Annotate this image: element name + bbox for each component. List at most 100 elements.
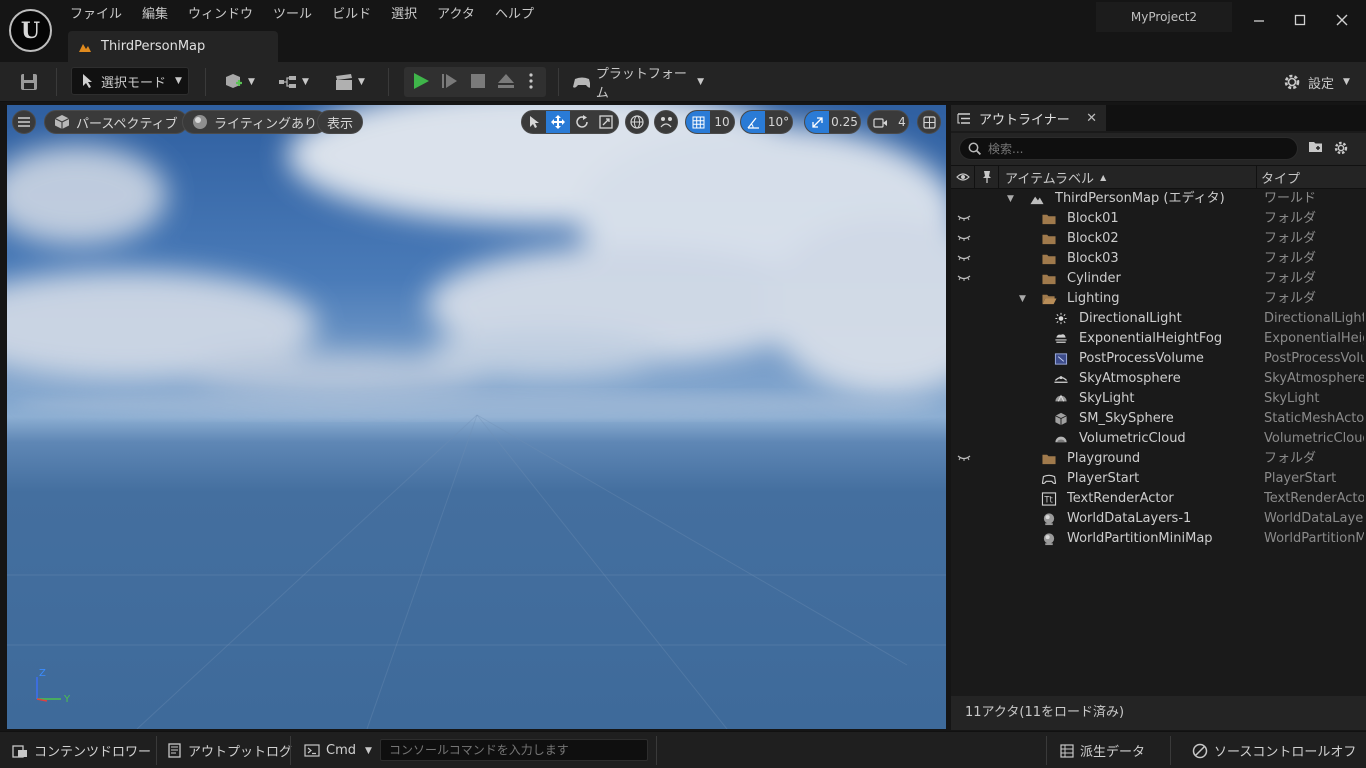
player-start-icon [1041, 474, 1057, 484]
camera-speed-group: 4 [867, 110, 909, 134]
visibility-column[interactable] [951, 166, 975, 188]
status-separator [156, 736, 157, 765]
select-tool-button[interactable] [522, 111, 546, 133]
blueprint-icon [279, 76, 297, 88]
scale-snap-value[interactable]: 0.25 [829, 111, 860, 133]
outliner-row[interactable]: SkyLight SkyLight [951, 389, 1366, 409]
cmd-dropdown[interactable]: Cmd ▼ [304, 732, 372, 768]
maximize-button[interactable] [1286, 6, 1314, 34]
save-icon [21, 74, 37, 90]
scale-tool-button[interactable] [594, 111, 618, 133]
source-control-button[interactable]: ソースコントロールオフ [1192, 732, 1356, 768]
translate-tool-button[interactable] [546, 111, 570, 133]
platforms-button[interactable]: プラットフォーム ▼ [572, 67, 704, 101]
camera-speed-button[interactable] [868, 111, 892, 133]
content-drawer-button[interactable]: コンテンツドロワー [12, 732, 151, 768]
close-tab-icon[interactable]: ✕ [1086, 111, 1097, 126]
minimize-button[interactable] [1245, 6, 1273, 34]
cinematics-button[interactable]: ▼ [328, 70, 370, 94]
world-local-toggle[interactable] [625, 110, 649, 134]
axis-y-label: Y [63, 694, 71, 705]
closed-eye-icon[interactable] [957, 213, 971, 223]
expand-arrow-icon[interactable]: ▼ [1019, 294, 1026, 304]
blueprint-button[interactable]: ▼ [272, 70, 314, 94]
level-viewport[interactable]: パースペクティブ ライティングあり 表示 10 10° 0.25 4 Z Y [7, 105, 946, 729]
outliner-row[interactable]: VolumetricCloud VolumetricCloud [951, 429, 1366, 449]
closed-eye-icon[interactable] [957, 453, 971, 463]
menu-build[interactable]: ビルド [322, 4, 381, 26]
add-actor-button[interactable]: ▼ [218, 70, 260, 94]
outliner-tab[interactable]: アウトライナー ✕ [951, 105, 1106, 131]
close-window-button[interactable] [1328, 6, 1356, 34]
menu-window[interactable]: ウィンドウ [178, 4, 263, 26]
lighting-mode-button[interactable]: ライティングあり [182, 110, 327, 134]
closed-eye-icon[interactable] [957, 253, 971, 263]
folder-icon [1042, 234, 1056, 245]
step-button[interactable] [441, 72, 459, 93]
derived-data-button[interactable]: 派生データ [1060, 732, 1145, 768]
grid-snap-toggle[interactable] [686, 111, 710, 133]
rotation-snap-value[interactable]: 10° [765, 111, 792, 133]
outliner-settings-button[interactable] [1333, 140, 1349, 159]
expand-arrow-icon[interactable]: ▼ [1007, 194, 1014, 204]
rotate-tool-button[interactable] [570, 111, 594, 133]
grid-snap-value[interactable]: 10 [710, 111, 734, 133]
outliner-row[interactable]: ▼ ThirdPersonMap (エディタ) ワールド [951, 189, 1366, 209]
play-options-button[interactable] [528, 72, 534, 93]
console-command-input[interactable] [380, 739, 648, 761]
content-drawer-icon [12, 744, 27, 758]
outliner-row[interactable]: Block01 フォルダ [951, 209, 1366, 229]
outliner-row[interactable]: Tt TextRenderActor TextRenderActor [951, 489, 1366, 509]
settings-button[interactable]: 設定 ▼ [1276, 70, 1356, 94]
outliner-row[interactable]: PlayerStart PlayerStart [951, 469, 1366, 489]
outliner-row[interactable]: Block02 フォルダ [951, 229, 1366, 249]
rotation-snap-toggle[interactable] [741, 111, 765, 133]
show-flags-button[interactable]: 表示 [317, 110, 364, 134]
search-input[interactable] [988, 141, 1288, 156]
outliner-row[interactable]: Playground フォルダ [951, 449, 1366, 469]
outliner-row[interactable]: SkyAtmosphere SkyAtmosphere [951, 369, 1366, 389]
outliner-row[interactable]: WorldPartitionMiniMap WorldPartitionMiniM… [951, 529, 1366, 549]
viewport-options-button[interactable] [12, 110, 36, 134]
pin-column[interactable] [975, 166, 999, 188]
surface-snapping-toggle[interactable] [654, 110, 678, 134]
play-button[interactable] [412, 72, 430, 93]
status-separator [1170, 736, 1171, 765]
perspective-button[interactable]: パースペクティブ [44, 110, 188, 134]
mode-select-dropdown[interactable]: 選択モード ▼ [71, 67, 189, 95]
output-log-button[interactable]: アウトプットログ [168, 732, 292, 768]
stop-button[interactable] [469, 72, 487, 93]
scale-snap-toggle[interactable] [805, 111, 829, 133]
outliner-row[interactable]: Cylinder フォルダ [951, 269, 1366, 289]
outliner-row[interactable]: SM_SkySphere StaticMeshActor [951, 409, 1366, 429]
row-label: Block03 [1067, 251, 1119, 266]
save-button[interactable] [16, 70, 42, 94]
type-column[interactable]: タイプ [1257, 166, 1366, 188]
closed-eye-icon[interactable] [957, 273, 971, 283]
closed-eye-icon[interactable] [957, 233, 971, 243]
add-folder-button[interactable] [1308, 140, 1324, 157]
menu-file[interactable]: ファイル [60, 4, 132, 26]
viewport-layout-button[interactable] [917, 110, 941, 134]
item-label-column[interactable]: アイテムラベル ▲ [999, 166, 1257, 188]
document-tab-thirdpersonmap[interactable]: ThirdPersonMap [68, 31, 278, 62]
select-mode-icon [83, 74, 92, 88]
perspective-label: パースペクティブ [76, 116, 178, 132]
eject-button[interactable] [497, 72, 515, 93]
outliner-row[interactable]: PostProcessVolume PostProcessVolume [951, 349, 1366, 369]
menu-actor[interactable]: アクタ [427, 4, 485, 26]
chevron-down-icon: ▼ [365, 745, 372, 756]
outliner-row[interactable]: DirectionalLight DirectionalLight [951, 309, 1366, 329]
sphere-icon [1043, 533, 1055, 546]
outliner-row[interactable]: Block03 フォルダ [951, 249, 1366, 269]
menu-help[interactable]: ヘルプ [485, 4, 544, 26]
row-label: ThirdPersonMap (エディタ) [1055, 191, 1225, 206]
menu-edit[interactable]: 編集 [132, 4, 178, 26]
title-bar: U ファイル 編集 ウィンドウ ツール ビルド 選択 アクタ ヘルプ Third… [0, 0, 1366, 62]
menu-tools[interactable]: ツール [263, 4, 322, 26]
menu-select[interactable]: 選択 [381, 4, 427, 26]
outliner-row[interactable]: ▼ Lighting フォルダ [951, 289, 1366, 309]
outliner-row[interactable]: ExponentialHeightFog ExponentialHeightFog [951, 329, 1366, 349]
outliner-row[interactable]: WorldDataLayers-1 WorldDataLayers [951, 509, 1366, 529]
unreal-logo-icon[interactable]: U [9, 9, 52, 52]
